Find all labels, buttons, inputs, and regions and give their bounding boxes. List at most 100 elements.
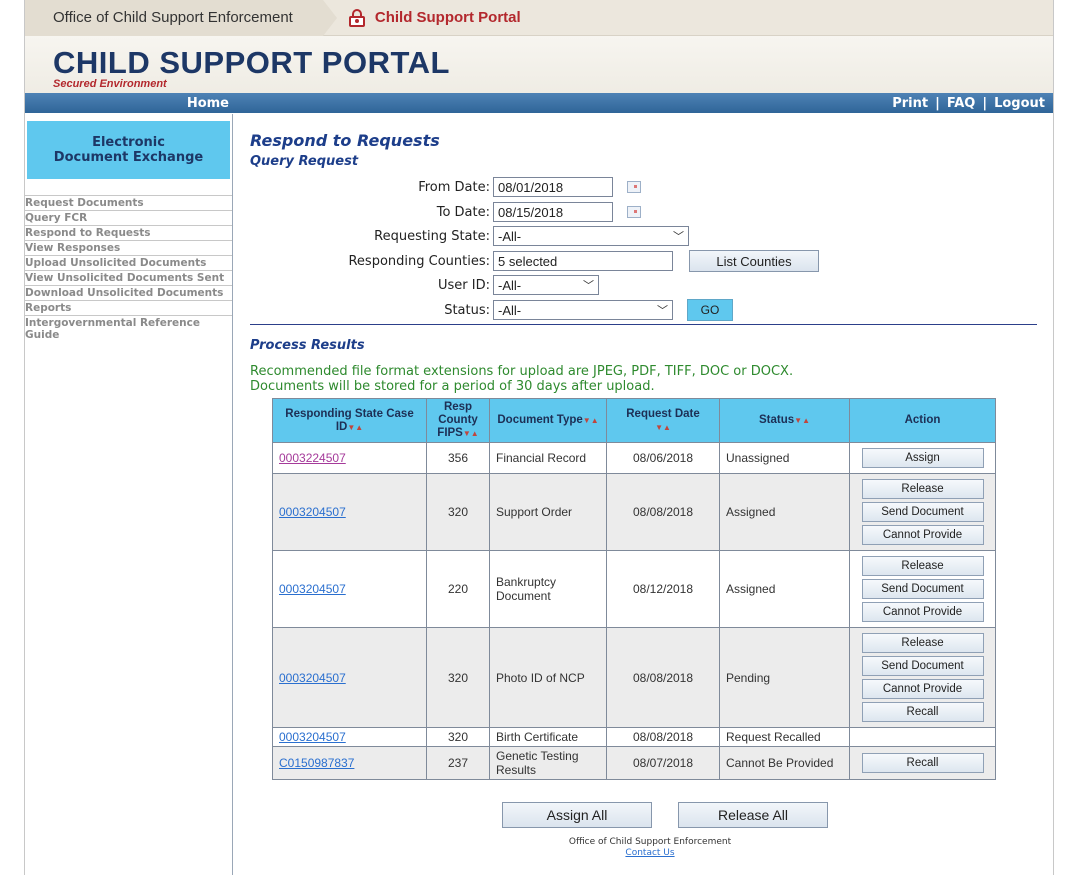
sort-arrows-icon[interactable]: ▼▲	[463, 429, 479, 438]
cannot-provide-button[interactable]: Cannot Provide	[861, 525, 984, 545]
requesting-state-select[interactable]: -All- ﹀	[493, 226, 689, 246]
col-header-request-date[interactable]: Request Date ▼▲	[606, 398, 720, 443]
nav-faq-link[interactable]: FAQ	[947, 96, 976, 111]
chevron-down-icon: ﹀	[673, 231, 684, 243]
fips-cell: 237	[426, 746, 490, 780]
table-row: 0003204507 320 Birth Certificate 08/08/2…	[272, 727, 996, 747]
sidebar-item-query-fcr[interactable]: Query FCR	[25, 210, 232, 225]
page-footer: Office of Child Support Enforcement Cont…	[250, 837, 1050, 859]
case-id-link[interactable]: 0003204507	[279, 671, 346, 685]
breadcrumb-portal-label: Child Support Portal	[374, 9, 521, 26]
cannot-provide-button[interactable]: Cannot Provide	[861, 679, 984, 699]
col-header-fips[interactable]: Resp County FIPS▼▲	[426, 398, 490, 443]
lock-icon	[348, 8, 365, 27]
upload-note-line2: Documents will be stored for a period of…	[250, 379, 655, 394]
document-type-cell: Bankruptcy Document	[489, 550, 607, 628]
user-id-value: -All-	[498, 277, 522, 293]
contact-us-link[interactable]: Contact Us	[625, 848, 674, 858]
case-id-link[interactable]: 0003224507	[279, 451, 346, 465]
sidebar: Electronic Document Exchange Request Doc…	[25, 114, 233, 875]
col-header-request-date-label: Request Date	[626, 407, 700, 420]
process-results-heading: Process Results	[250, 338, 365, 353]
nav-logout-link[interactable]: Logout	[994, 96, 1045, 111]
calendar-icon[interactable]	[627, 206, 641, 218]
case-id-link[interactable]: C0150987837	[279, 756, 354, 770]
table-header-row: Responding State Case ID▼▲ Resp County F…	[272, 398, 996, 443]
fips-cell: 320	[426, 473, 490, 551]
request-date-cell: 08/08/2018	[606, 727, 720, 747]
send-document-button[interactable]: Send Document	[861, 502, 984, 522]
list-counties-button[interactable]: List Counties	[689, 250, 819, 272]
upload-note-line1: Recommended file format extensions for u…	[250, 364, 794, 379]
release-all-button[interactable]: Release All	[678, 802, 828, 828]
go-button[interactable]: GO	[687, 299, 733, 321]
chevron-down-icon: ﹀	[583, 280, 594, 292]
nav-separator: |	[935, 95, 940, 111]
fips-cell: 220	[426, 550, 490, 628]
status-label: Status:	[444, 302, 490, 318]
release-button[interactable]: Release	[861, 633, 984, 653]
nav-separator: |	[982, 95, 988, 111]
sort-arrows-icon[interactable]: ▼▲	[655, 423, 671, 432]
sidebar-item-intergovernmental-guide[interactable]: Intergovernmental Reference Guide	[25, 315, 232, 342]
query-request-heading: Query Request	[250, 154, 359, 169]
calendar-icon[interactable]	[627, 181, 641, 193]
recall-button[interactable]: Recall	[861, 753, 984, 773]
section-divider	[250, 324, 1037, 325]
nav-print-link[interactable]: Print	[892, 96, 928, 111]
recall-button[interactable]: Recall	[861, 702, 984, 722]
nav-home-link[interactable]: Home	[25, 96, 235, 111]
results-table: Responding State Case ID▼▲ Resp County F…	[272, 398, 996, 780]
sort-arrows-icon[interactable]: ▼▲	[583, 416, 599, 425]
table-row: 0003204507 320 Photo ID of NCP 08/08/201…	[272, 627, 996, 728]
case-id-link[interactable]: 0003204507	[279, 505, 346, 519]
request-date-cell: 08/06/2018	[606, 442, 720, 474]
from-date-input[interactable]: 08/01/2018	[493, 177, 613, 197]
sidebar-item-view-unsolicited[interactable]: View Unsolicited Documents Sent	[25, 270, 232, 285]
col-header-document-type[interactable]: Document Type▼▲	[489, 398, 607, 443]
col-header-status[interactable]: Status▼▲	[719, 398, 850, 443]
release-button[interactable]: Release	[861, 556, 984, 576]
query-form: From Date: 08/01/2018 To Date: 08/15/201…	[250, 169, 1050, 321]
assign-all-button[interactable]: Assign All	[502, 802, 652, 828]
status-select[interactable]: -All- ﹀	[493, 300, 673, 320]
nav-right-links: Print | FAQ | Logout	[892, 96, 1053, 111]
col-header-case-id[interactable]: Responding State Case ID▼▲	[272, 398, 427, 443]
request-date-cell: 08/08/2018	[606, 473, 720, 551]
sidebar-item-view-responses[interactable]: View Responses	[25, 240, 232, 255]
sort-arrows-icon[interactable]: ▼▲	[794, 416, 810, 425]
page-frame: Office of Child Support Enforcement Chil…	[24, 0, 1054, 875]
sidebar-item-respond-to-requests[interactable]: Respond to Requests	[25, 225, 232, 240]
sidebar-item-download-unsolicited[interactable]: Download Unsolicited Documents	[25, 285, 232, 300]
sidebar-item-request-documents[interactable]: Request Documents	[25, 195, 232, 210]
breadcrumb-ocse[interactable]: Office of Child Support Enforcement	[25, 0, 337, 36]
empty-action-cell	[849, 727, 996, 747]
col-header-action: Action	[849, 398, 996, 443]
document-type-cell: Support Order	[489, 473, 607, 551]
release-button[interactable]: Release	[861, 479, 984, 499]
sidebar-item-reports[interactable]: Reports	[25, 300, 232, 315]
to-date-input[interactable]: 08/15/2018	[493, 202, 613, 222]
cannot-provide-button[interactable]: Cannot Provide	[861, 602, 984, 622]
sidebar-menu: Request Documents Query FCR Respond to R…	[25, 195, 232, 342]
user-id-label: User ID:	[438, 277, 490, 293]
sidebar-item-upload-unsolicited[interactable]: Upload Unsolicited Documents	[25, 255, 232, 270]
send-document-button[interactable]: Send Document	[861, 579, 984, 599]
document-type-cell: Photo ID of NCP	[489, 627, 607, 728]
portal-header: CHILD SUPPORT PORTAL Secured Environment	[25, 36, 1053, 93]
status-value: -All-	[498, 302, 522, 318]
responding-counties-input[interactable]: 5 selected	[493, 251, 673, 271]
document-type-cell: Genetic Testing Results	[489, 746, 607, 780]
sort-arrows-icon[interactable]: ▼▲	[347, 423, 363, 432]
send-document-button[interactable]: Send Document	[861, 656, 984, 676]
fips-cell: 320	[426, 627, 490, 728]
case-id-link[interactable]: 0003204507	[279, 582, 346, 596]
assign-button[interactable]: Assign	[861, 448, 984, 468]
breadcrumb-portal[interactable]: Child Support Portal	[348, 8, 521, 27]
chevron-down-icon: ﹀	[657, 305, 668, 317]
requesting-state-label: Requesting State:	[374, 228, 490, 244]
table-row: 0003204507 220 Bankruptcy Document 08/12…	[272, 550, 996, 628]
status-cell: Pending	[719, 627, 850, 728]
case-id-link[interactable]: 0003204507	[279, 730, 346, 744]
user-id-select[interactable]: -All- ﹀	[493, 275, 599, 295]
